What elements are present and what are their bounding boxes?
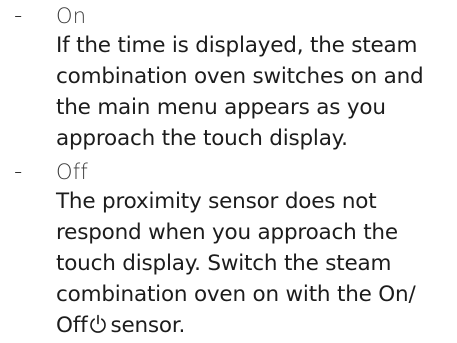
option-description-on: If the time is displayed, the steam comb… bbox=[56, 33, 424, 151]
instruction-list: - On If the time is displayed, the steam… bbox=[0, 0, 457, 343]
power-icon bbox=[89, 312, 107, 333]
option-label-on: On bbox=[56, 4, 87, 28]
option-label-off: Off bbox=[56, 160, 88, 184]
description-text-end: sensor. bbox=[110, 313, 186, 338]
list-bullet: - bbox=[14, 3, 23, 29]
list-bullet: - bbox=[14, 159, 23, 185]
option-description-off: The proximity sensor does not respond wh… bbox=[56, 186, 451, 341]
